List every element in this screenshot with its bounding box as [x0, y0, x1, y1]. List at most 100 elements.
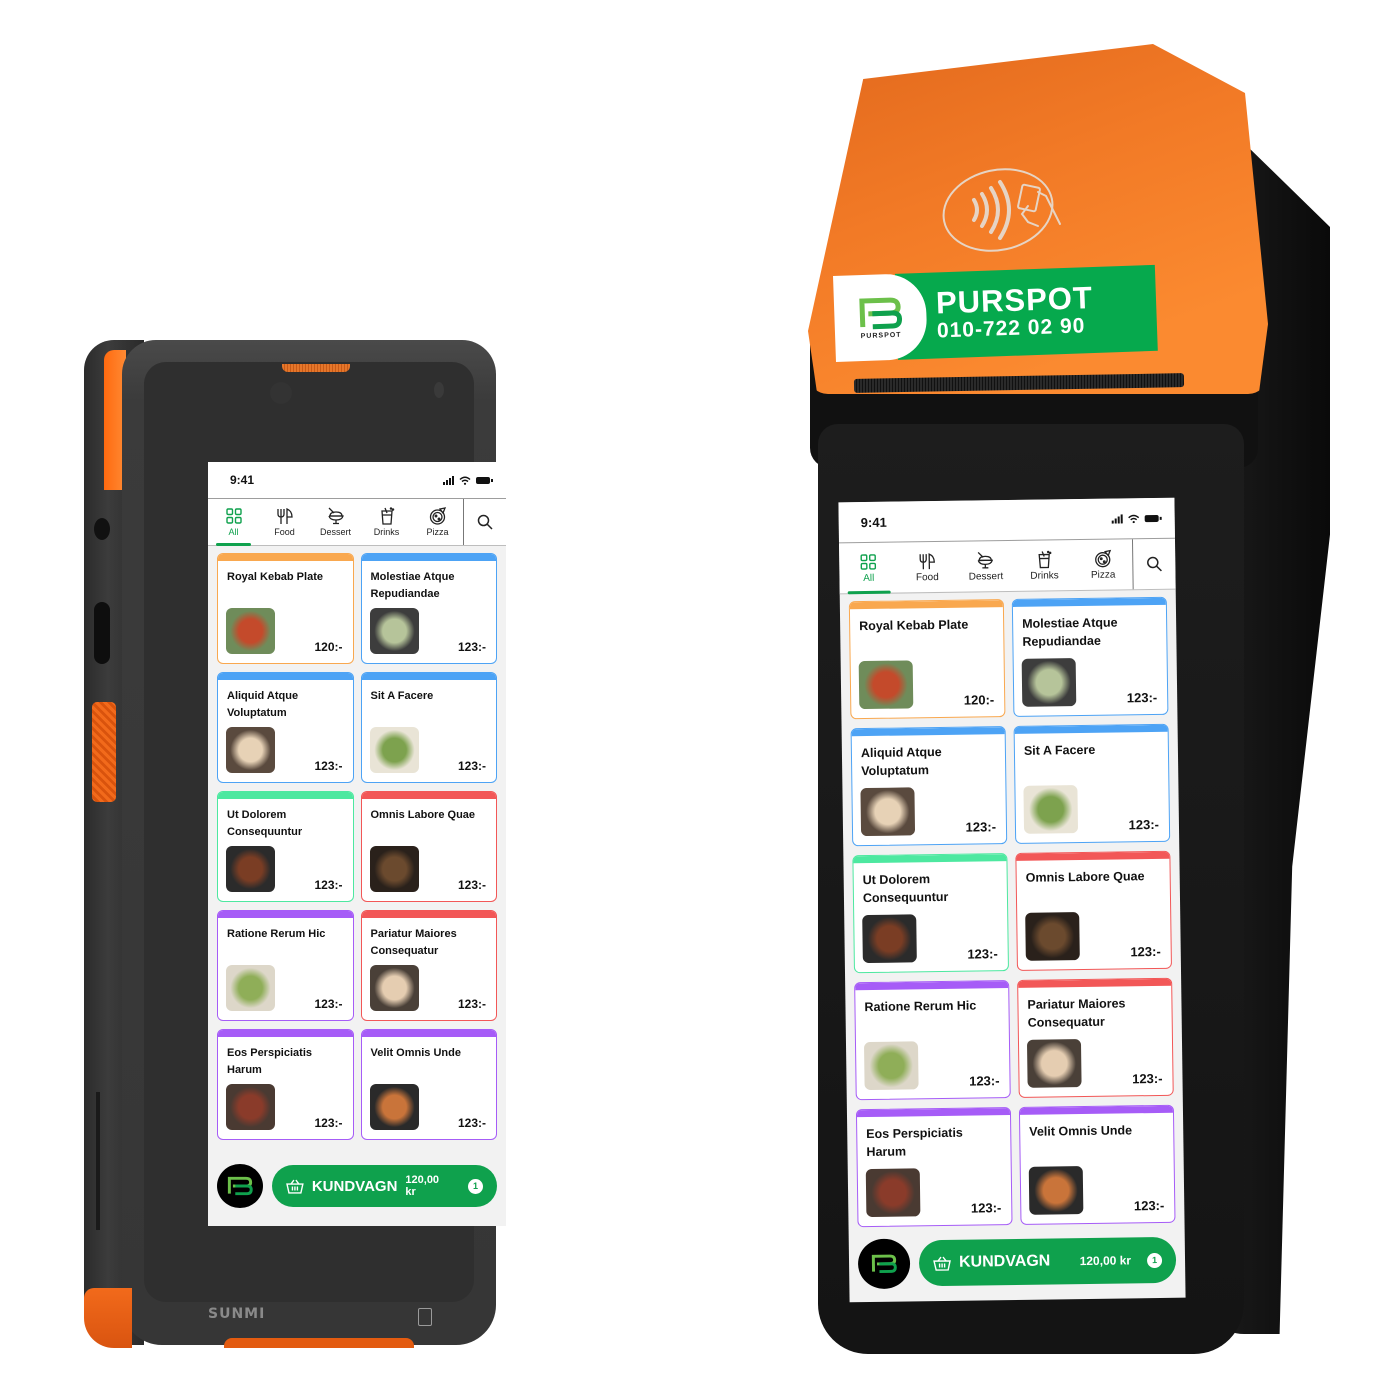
product-card[interactable]: Aliquid Atque Voluptatum 123:- [217, 672, 354, 783]
status-bar: 9:41 [838, 497, 1175, 543]
tab-label: All [228, 527, 239, 537]
tab-drinks[interactable]: Drinks [361, 499, 412, 545]
tab-label: Pizza [426, 527, 449, 537]
category-color-bar [361, 673, 496, 680]
fork-knife-icon [276, 508, 293, 524]
product-card[interactable]: Eos Perspiciatis Harum 123:- [855, 1107, 1013, 1228]
cart-button[interactable]: KUNDVAGN 120,00 kr 1 [272, 1165, 497, 1207]
product-name: Pariatur Maiores Consequatur [370, 928, 457, 957]
category-color-bar [851, 727, 1005, 737]
product-price: 123:- [970, 1200, 1002, 1216]
product-card[interactable]: Royal Kebab Plate 120:- [848, 599, 1006, 720]
brand-logo: SUNMI [208, 1306, 266, 1322]
cart-count-badge: 1 [1146, 1252, 1163, 1268]
product-name: Aliquid Atque Voluptatum [227, 690, 299, 719]
purspot-logo-icon [227, 1176, 253, 1196]
pos-app: 9:41 All Food Dessert Drinks Pizza Royal… [208, 462, 506, 1226]
purspot-logo-button[interactable] [217, 1164, 263, 1208]
product-card[interactable]: Pariatur Maiores Consequatur 123:- [360, 910, 497, 1021]
product-card[interactable]: Sit A Facere 123:- [1013, 723, 1171, 844]
tab-pizza[interactable]: Pizza [1073, 539, 1132, 590]
product-image [1028, 1166, 1084, 1215]
product-price: 123:- [1132, 1070, 1163, 1087]
purspot-logo-icon [871, 1254, 897, 1274]
product-image [369, 965, 419, 1011]
search-icon [1147, 556, 1162, 572]
product-image [1023, 785, 1079, 834]
product-card[interactable]: Omnis Labore Quae 123:- [360, 791, 497, 902]
product-name: Ratione Rerum Hic [227, 928, 326, 940]
product-image [226, 965, 275, 1011]
product-price: 123:- [1130, 943, 1161, 960]
product-card[interactable]: Ut Dolorem Consequuntur 123:- [852, 853, 1009, 974]
handheld-pos-printer-device-right: PURSPOT PURSPOT 010-722 02 90 9:41 All F… [808, 44, 1332, 1364]
basket-icon [933, 1256, 951, 1271]
product-card[interactable]: Ut Dolorem Consequuntur 123:- [217, 791, 354, 902]
product-card[interactable]: Sit A Facere 123:- [360, 672, 497, 783]
bottom-orange-trim [84, 1288, 132, 1348]
purspot-label: PURSPOT PURSPOT 010-722 02 90 [832, 264, 1158, 362]
category-color-bar [218, 1030, 353, 1037]
search-button[interactable] [1131, 538, 1176, 590]
cart-button[interactable]: KUNDVAGN 120,00 kr 1 [918, 1236, 1177, 1287]
purspot-logo-button[interactable] [857, 1238, 911, 1290]
product-card[interactable]: Ratione Rerum Hic 123:- [854, 980, 1011, 1101]
product-name: Sit A Facere [370, 690, 434, 702]
product-card[interactable]: Ratione Rerum Hic 123:- [217, 910, 354, 1021]
product-image [369, 846, 419, 892]
product-image [865, 1168, 921, 1218]
search-button[interactable] [463, 499, 506, 545]
screen: 9:41 All Food Dessert Drinks Pizza Royal… [838, 497, 1186, 1303]
product-card[interactable]: Royal Kebab Plate 120:- [217, 553, 354, 664]
basket-icon [286, 1179, 304, 1194]
product-image [1021, 658, 1077, 707]
product-card[interactable]: Omnis Labore Quae 123:- [1015, 850, 1172, 971]
usb-port [94, 602, 110, 664]
tab-dessert[interactable]: Dessert [310, 499, 361, 545]
category-color-bar [361, 792, 496, 799]
product-card[interactable]: Velit Omnis Unde 123:- [1018, 1104, 1176, 1225]
product-name: Eos Perspiciatis Harum [227, 1047, 312, 1076]
product-card[interactable]: Velit Omnis Unde 123:- [360, 1029, 497, 1140]
scan-button[interactable] [92, 702, 116, 802]
product-image [226, 1084, 275, 1130]
status-bar: 9:41 [208, 462, 506, 498]
category-color-bar [218, 792, 353, 799]
product-image [369, 608, 419, 654]
product-image [226, 608, 275, 654]
product-card[interactable]: Aliquid Atque Voluptatum 123:- [850, 726, 1008, 847]
product-price: 123:- [314, 997, 343, 1011]
product-name: Molestiae Atque Repudiandae [370, 571, 455, 600]
product-card[interactable]: Molestiae Atque Repudiandae 123:- [360, 553, 497, 664]
product-name: Molestiae Atque Repudiandae [1022, 615, 1118, 649]
battery-icon [1144, 514, 1159, 522]
category-color-bar [849, 600, 1003, 610]
status-icons [443, 475, 493, 485]
product-card[interactable]: Molestiae Atque Repudiandae 123:- [1011, 596, 1169, 717]
product-card[interactable]: Eos Perspiciatis Harum 123:- [217, 1029, 354, 1140]
tab-pizza[interactable]: Pizza [412, 499, 463, 545]
drink-icon [1038, 550, 1052, 568]
light-sensor [434, 382, 444, 398]
product-price: 120:- [314, 640, 343, 654]
product-image [863, 1041, 919, 1091]
tab-food[interactable]: Food [259, 499, 310, 545]
tab-all[interactable]: All [839, 543, 898, 594]
tab-drinks[interactable]: Drinks [1015, 540, 1074, 591]
category-color-bar [361, 1030, 496, 1037]
product-image [860, 787, 916, 837]
pos-app: 9:41 All Food Dessert Drinks Pizza Royal… [838, 497, 1186, 1303]
product-price: 123:- [314, 759, 343, 773]
product-name: Velit Omnis Unde [370, 1047, 461, 1059]
tab-label: Food [274, 527, 295, 537]
product-image [369, 727, 419, 773]
bottom-orange-strip [224, 1338, 414, 1348]
product-card[interactable]: Pariatur Maiores Consequatur 123:- [1017, 977, 1174, 1098]
cart-label: KUNDVAGN [958, 1252, 1051, 1271]
tab-all[interactable]: All [208, 499, 259, 546]
tab-dessert[interactable]: Dessert [956, 541, 1015, 592]
product-price: 123:- [1133, 1197, 1165, 1214]
category-color-bar [1019, 1105, 1173, 1115]
product-image [226, 727, 275, 773]
tab-food[interactable]: Food [898, 542, 957, 593]
